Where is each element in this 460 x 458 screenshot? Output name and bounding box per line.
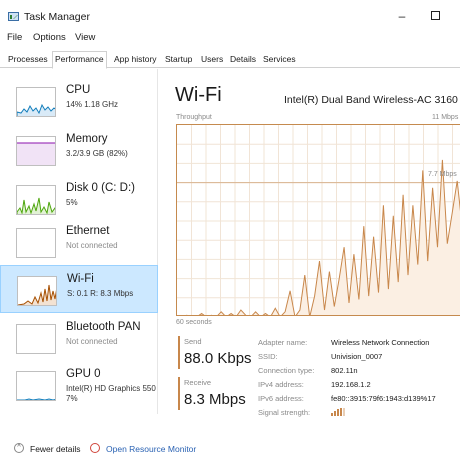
sidebar-item-label: Wi-Fi: [67, 273, 94, 285]
graph-mid-label: 7.7 Mbps: [428, 171, 457, 178]
receive-indicator: [178, 377, 180, 410]
sidebar-item-label: GPU 0: [66, 368, 101, 380]
footer: ^ Fewer details Open Resource Monitor: [0, 440, 460, 458]
property-value: Univision_0007: [331, 352, 383, 361]
throughput-graph: [176, 124, 460, 316]
window-title: Task Manager: [24, 11, 90, 23]
chevron-up-icon[interactable]: ^: [14, 443, 24, 453]
property-name: Adapter name:: [258, 338, 308, 347]
sidebar-item-gpu[interactable]: GPU 0 Intel(R) HD Graphics 550 7%: [0, 361, 158, 409]
signal-strength-icon: [331, 408, 345, 416]
property-value: fe80::3915:79f6:1943:d139%17: [331, 394, 436, 403]
property-value: 802.11n: [331, 366, 358, 375]
menu-view[interactable]: View: [75, 32, 95, 43]
send-label: Send: [184, 337, 202, 346]
title-bar: Task Manager –: [0, 0, 460, 30]
property-value: Wireless Network Connection: [331, 338, 430, 347]
menu-options[interactable]: Options: [33, 32, 66, 43]
adapter-model: Intel(R) Dual Band Wireless-AC 3160: [284, 94, 458, 106]
sidebar-item-label: Memory: [66, 133, 108, 145]
sidebar-item-detail: Not connected: [66, 241, 118, 250]
sidebar-item-disk[interactable]: Disk 0 (C: D:) 5%: [0, 175, 158, 223]
graph-label: Throughput: [176, 114, 212, 121]
graph-max-label: 11 Mbps: [432, 114, 459, 121]
menu-file[interactable]: File: [7, 32, 22, 43]
sidebar-item-detail: Intel(R) HD Graphics 550: [66, 384, 156, 393]
property-name: IPv4 address:: [258, 380, 304, 389]
performance-sidebar: CPU 14% 1.18 GHz Memory 3.2/3.9 GB (82%)…: [0, 69, 158, 414]
tab-performance[interactable]: Performance: [52, 51, 107, 69]
open-resource-monitor-link[interactable]: Open Resource Monitor: [106, 444, 196, 454]
sidebar-item-cpu[interactable]: CPU 14% 1.18 GHz: [0, 77, 158, 125]
tab-bar: Processes Performance App history Startu…: [0, 50, 460, 69]
graph-time-label: 60 seconds: [176, 319, 212, 326]
ethernet-thumbnail-graph: [16, 228, 56, 258]
sidebar-item-label: Bluetooth PAN: [66, 321, 141, 333]
maximize-button[interactable]: [420, 6, 450, 26]
tab-app-history[interactable]: App history: [112, 52, 159, 68]
send-indicator: [178, 336, 180, 369]
sidebar-item-detail: 3.2/3.9 GB (82%): [66, 149, 128, 158]
property-name: Signal strength:: [258, 408, 311, 417]
bluetooth-thumbnail-graph: [16, 324, 56, 354]
sidebar-item-detail: Not connected: [66, 337, 118, 346]
sidebar-item-label: Ethernet: [66, 225, 110, 237]
property-value: 192.168.1.2: [331, 380, 371, 389]
tab-services[interactable]: Services: [261, 52, 298, 68]
sidebar-item-bluetooth[interactable]: Bluetooth PAN Not connected: [0, 314, 158, 362]
disk-thumbnail-graph: [16, 185, 56, 215]
gpu-thumbnail-graph: [16, 371, 56, 401]
tab-details[interactable]: Details: [228, 52, 258, 68]
minimize-button[interactable]: –: [387, 6, 417, 26]
memory-thumbnail-graph: [16, 136, 56, 166]
fewer-details-button[interactable]: Fewer details: [30, 444, 81, 454]
sidebar-item-detail-2: 7%: [66, 394, 78, 403]
sidebar-item-memory[interactable]: Memory 3.2/3.9 GB (82%): [0, 126, 158, 174]
sidebar-item-label: Disk 0 (C: D:): [66, 182, 135, 194]
tab-startup[interactable]: Startup: [163, 52, 194, 68]
property-name: SSID:: [258, 352, 278, 361]
send-value: 88.0 Kbps: [184, 350, 252, 367]
sidebar-item-detail: S: 0.1 R: 8.3 Mbps: [67, 289, 134, 298]
wifi-thumbnail-graph: [17, 276, 57, 306]
property-name: Connection type:: [258, 366, 315, 375]
tab-processes[interactable]: Processes: [6, 52, 50, 68]
sidebar-item-label: CPU: [66, 84, 91, 96]
page-title: Wi-Fi: [175, 84, 222, 106]
throughput-graph-canvas: [177, 125, 460, 315]
maximize-icon: [430, 11, 440, 21]
receive-value: 8.3 Mbps: [184, 391, 246, 408]
sidebar-item-wifi[interactable]: Wi-Fi S: 0.1 R: 8.3 Mbps: [0, 265, 158, 313]
cpu-thumbnail-graph: [16, 87, 56, 117]
task-manager-icon: [8, 12, 19, 21]
tab-users[interactable]: Users: [199, 52, 225, 68]
receive-label: Receive: [184, 378, 212, 387]
sidebar-item-detail: 14% 1.18 GHz: [66, 100, 119, 109]
resource-monitor-icon: [90, 443, 100, 453]
receive-trace: [186, 159, 460, 315]
sidebar-item-ethernet[interactable]: Ethernet Not connected: [0, 218, 158, 266]
sidebar-item-detail: 5%: [66, 198, 78, 207]
property-name: IPv6 address:: [258, 394, 304, 403]
